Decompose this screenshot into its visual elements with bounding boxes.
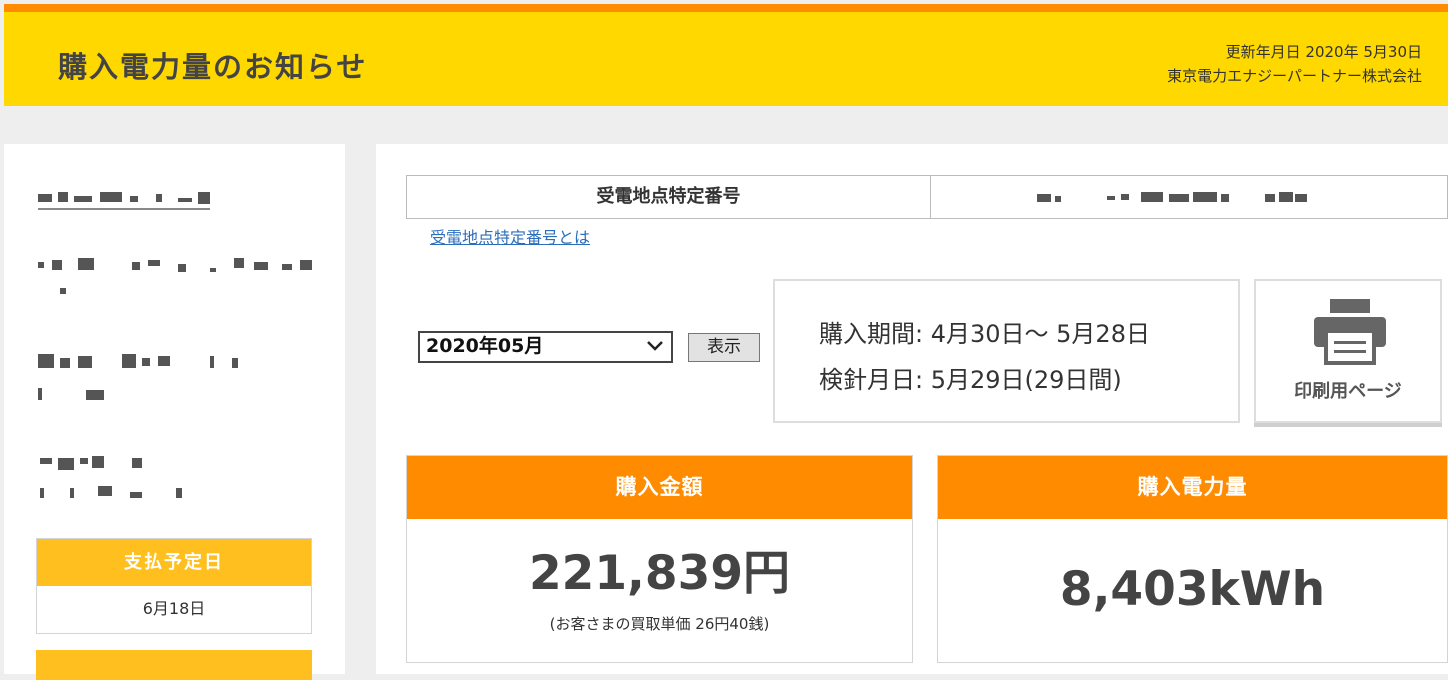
redacted-customer-name[interactable] [38,188,210,218]
page-header: 購入電力量のお知らせ 更新年月日 2020年 5月30日 東京電力エナジーパート… [4,4,1448,106]
chevron-down-icon [647,341,663,351]
supply-point-label: 受電地点特定番号 [407,176,931,218]
print-page-label: 印刷用ページ [1294,381,1402,402]
updated-date: 更新年月日 2020年 5月30日 [1225,43,1422,61]
sidebar: 支払予定日 6月18日 [4,144,345,680]
next-panel-header [36,650,312,680]
printer-icon [1314,299,1386,365]
purchase-energy-label: 購入電力量 [938,456,1447,519]
page-title: 購入電力量のお知らせ [58,50,368,84]
month-select[interactable]: 2020年05月 [418,331,673,363]
period-panel: 購入期間: 4月30日～ 5月28日 検針月日: 5月29日(29日間) [773,279,1240,423]
purchase-energy-card: 購入電力量 8,403kWh [937,455,1448,663]
month-select-value: 2020年05月 [426,335,544,357]
company-name: 東京電力エナジーパートナー株式会社 [1167,67,1422,85]
print-page-button[interactable]: 印刷用ページ [1254,279,1442,423]
show-button[interactable]: 表示 [688,333,760,362]
meter-reading-date: 検針月日: 5月29日(29日間) [819,366,1122,394]
purchase-energy-value: 8,403kWh [1059,562,1326,617]
redacted-address [38,258,314,298]
purchase-amount-value: 221,839円 [528,546,791,601]
supply-point-table: 受電地点特定番号 [406,175,1448,219]
supply-point-value-redacted [931,176,1447,218]
redacted-meter-info [38,456,314,500]
payment-due-panel: 支払予定日 6月18日 [36,538,312,634]
header-meta: 更新年月日 2020年 5月30日 東京電力エナジーパートナー株式会社 [1167,40,1422,88]
redacted-contract-info [38,354,314,404]
unit-price-note: (お客さまの買取単価 26円40銭) [549,615,770,633]
payment-due-label: 支払予定日 [37,539,311,586]
purchase-amount-card: 購入金額 221,839円 (お客さまの買取単価 26円40銭) [406,455,913,663]
purchase-amount-label: 購入金額 [407,456,912,519]
purchase-period: 購入期間: 4月30日～ 5月28日 [819,320,1150,348]
supply-point-help-link[interactable]: 受電地点特定番号とは [430,224,590,248]
payment-due-value: 6月18日 [142,599,206,618]
main-content: 受電地点特定番号 受電地点特定番号とは 2020年05月 表示 購入期間: 4月… [376,144,1448,674]
